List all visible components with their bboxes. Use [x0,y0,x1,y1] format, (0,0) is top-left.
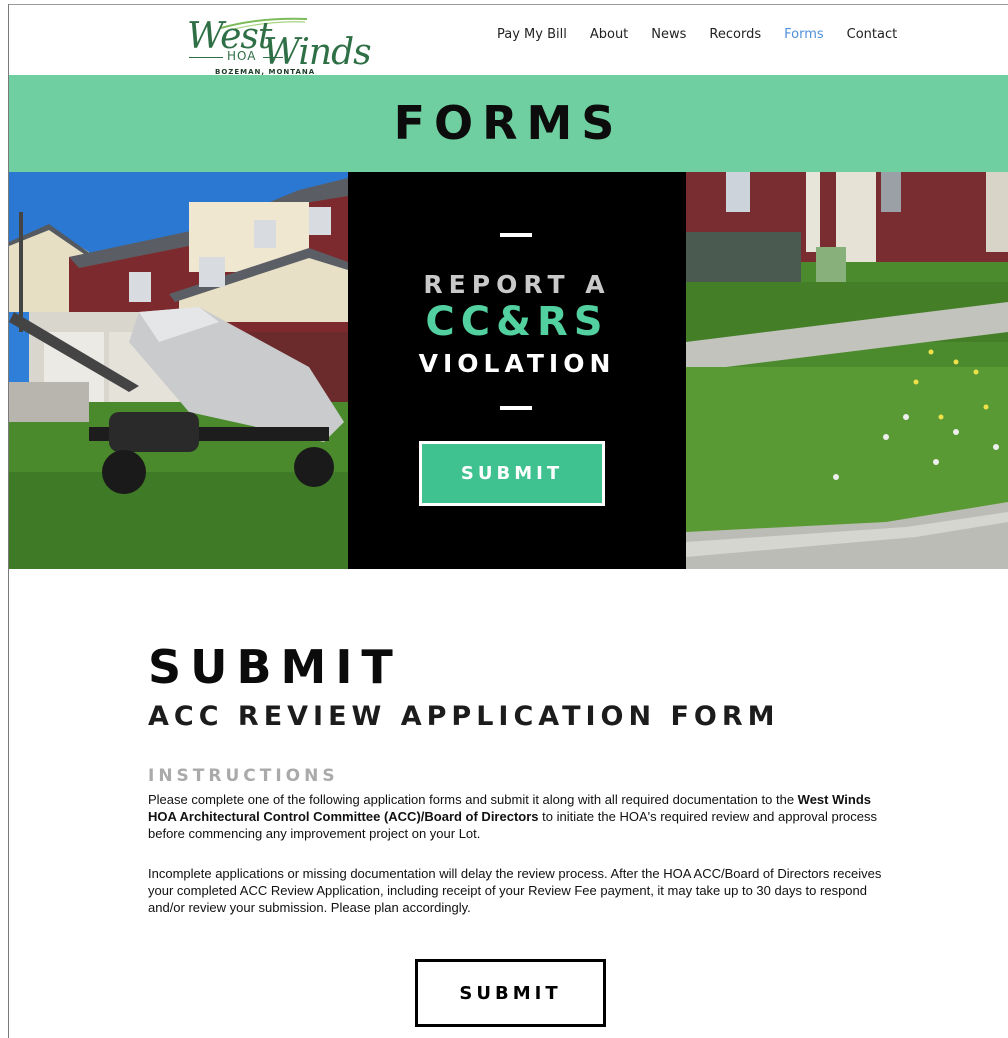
acc-form-heading: ACC REVIEW APPLICATION FORM [148,701,780,732]
nav-item-records[interactable]: Records [709,27,761,43]
page-title: FORMS [393,96,624,150]
report-violation-panel: REPORT A CC&RS VIOLATION SUBMIT [348,172,686,569]
violation-text: VIOLATION [418,349,616,378]
instructions-heading: INSTRUCTIONS [148,766,339,786]
nav-item-forms[interactable]: Forms [784,27,824,43]
forms-title-band: FORMS [9,75,1008,172]
instructions-paragraph-1: Please complete one of the following app… [148,791,888,842]
dash-top [500,233,532,237]
logo-rule-right [263,57,283,58]
ccrs-text: CC&RS [425,299,609,345]
logo-word-winds: Winds [263,32,372,73]
dash-bottom [500,406,532,410]
lawn-curb-photo [686,172,1008,569]
instructions-paragraph-2: Incomplete applications or missing docum… [148,866,882,915]
boat-trailer-photo [9,172,348,569]
submit-heading: SUBMIT [148,640,402,694]
report-violation-submit-button[interactable]: SUBMIT [419,441,605,506]
west-winds-logo[interactable]: West Winds HOA BOZEMAN, MONTANA [181,15,372,77]
acc-form-submit-button[interactable]: SUBMIT [415,959,606,1027]
site-header: West Winds HOA BOZEMAN, MONTANA Pay My B… [9,5,1008,77]
logo-rule-left [189,57,223,58]
report-a-text: REPORT A [423,270,611,299]
nav-item-news[interactable]: News [651,27,686,43]
main-nav: Pay My Bill About News Records Forms Con… [497,27,920,43]
hero-banner: REPORT A CC&RS VIOLATION SUBMIT [9,172,1008,569]
nav-item-pay-my-bill[interactable]: Pay My Bill [497,27,567,43]
logo-hoa-badge: HOA [227,49,257,63]
instructions-text-1a: Please complete one of the following app… [148,792,798,807]
nav-item-contact[interactable]: Contact [847,27,898,43]
nav-item-about[interactable]: About [590,27,628,43]
